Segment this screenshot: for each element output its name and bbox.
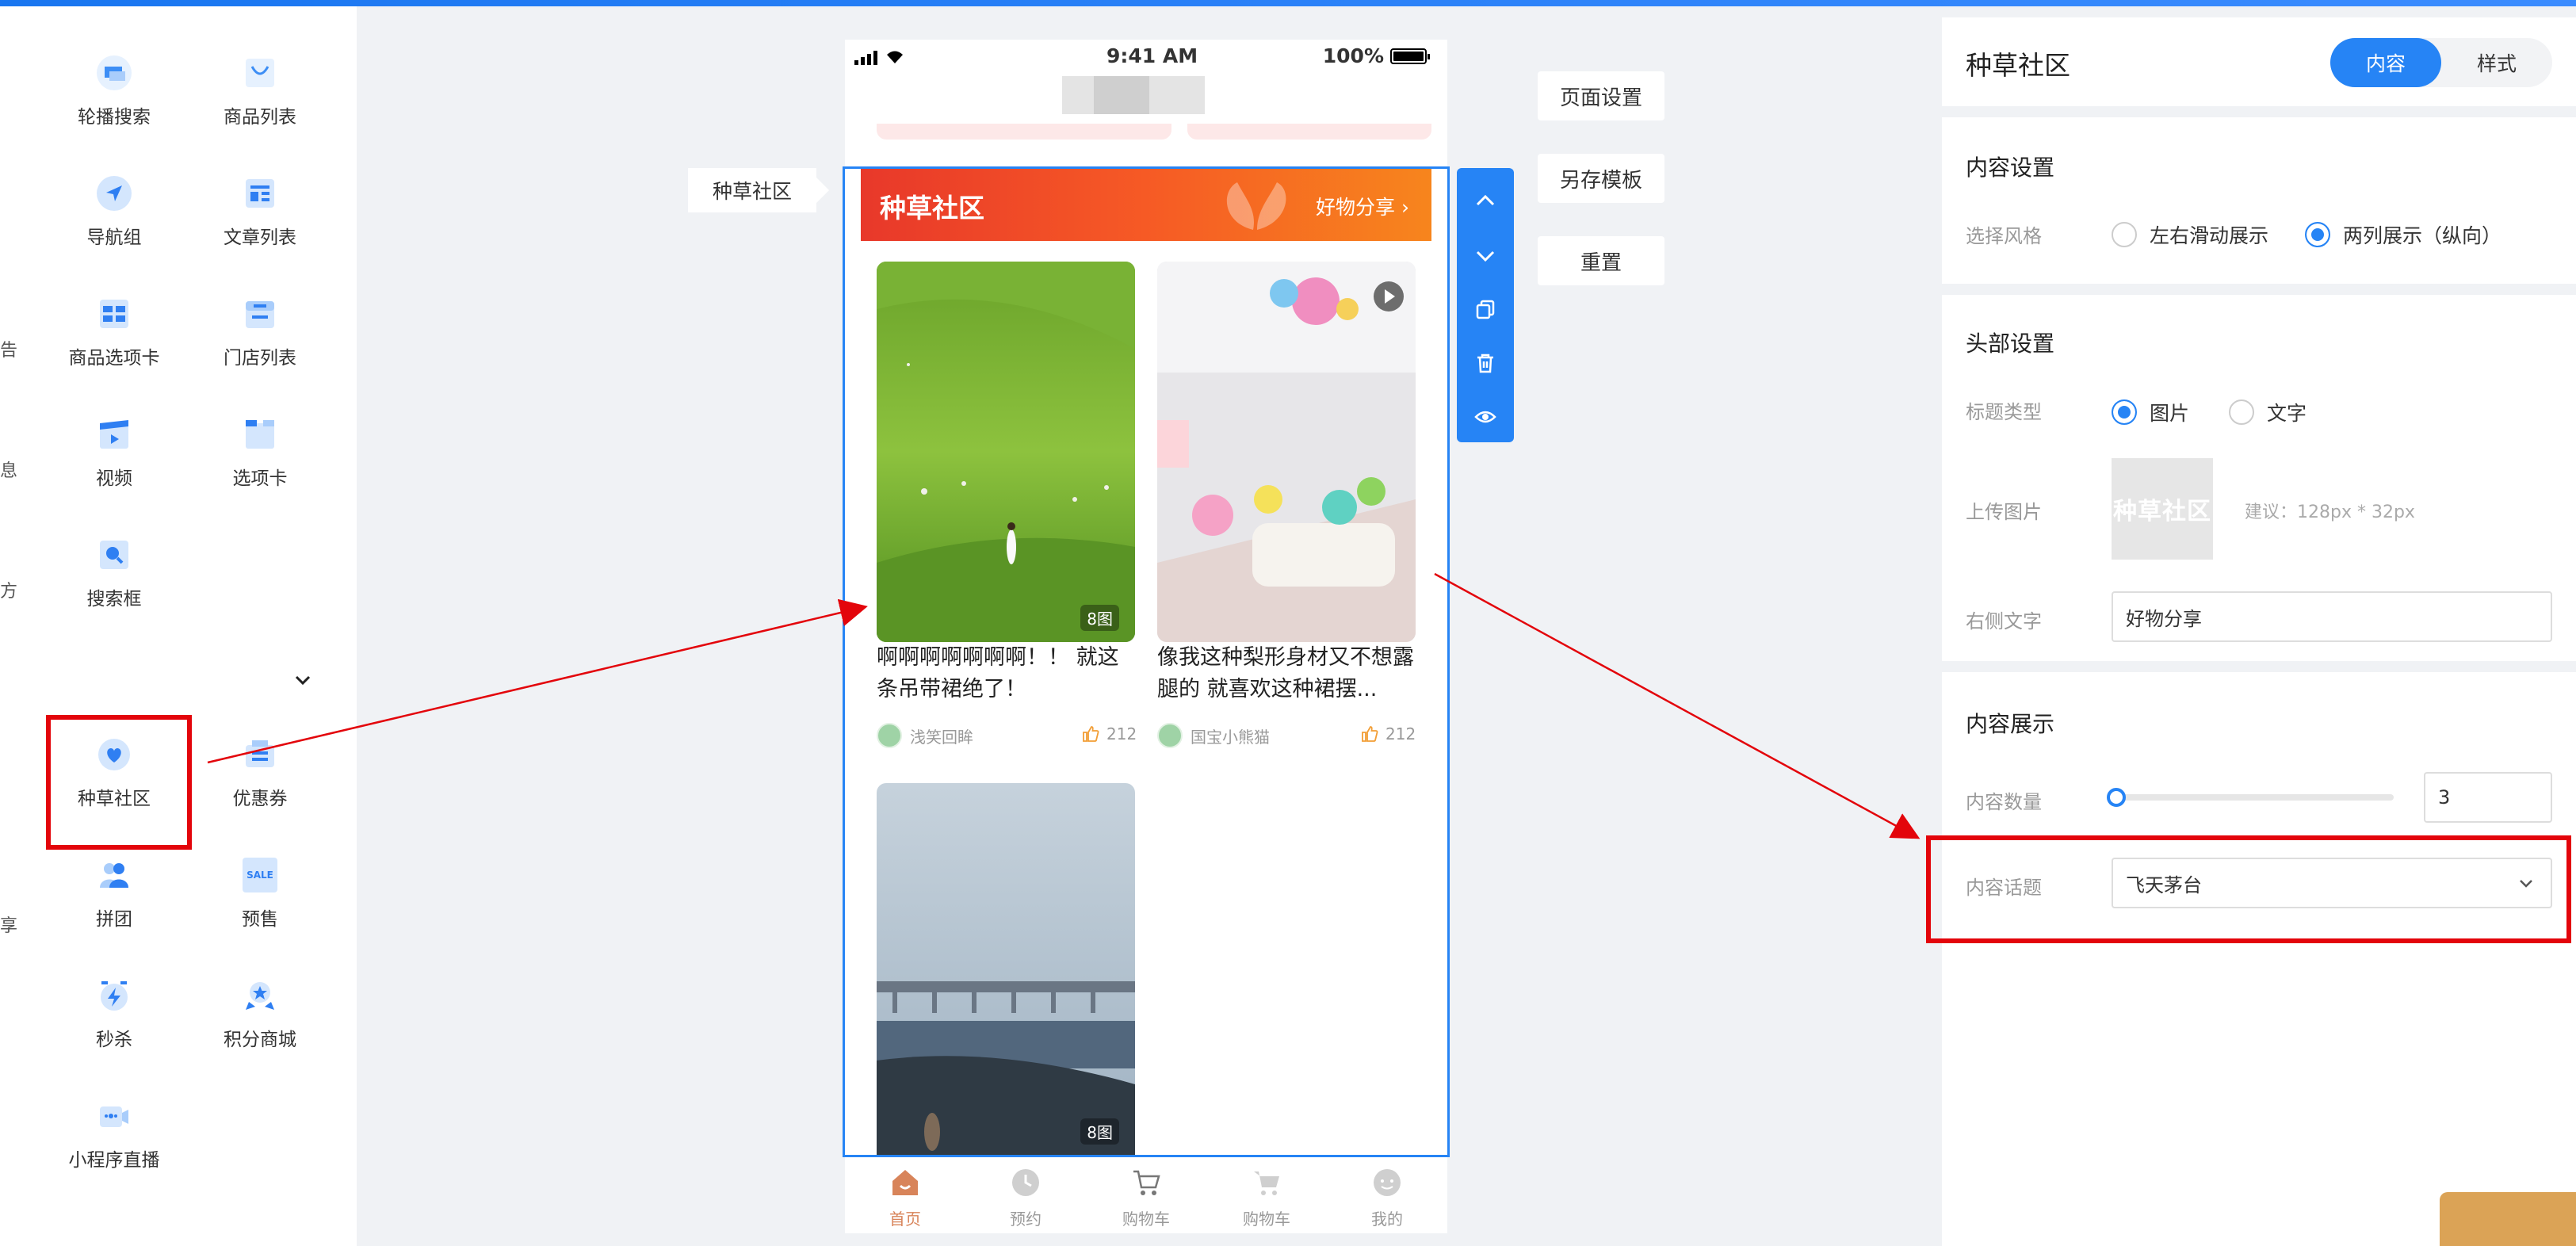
clock-icon [1012, 1169, 1039, 1196]
content-count-input[interactable]: 3 [2424, 772, 2552, 823]
tab-cart[interactable]: 购物车 [1086, 1157, 1206, 1233]
right-text-label: 右侧文字 [1966, 610, 2042, 633]
carousel-search-icon [97, 55, 132, 90]
previous-component-edge [1187, 124, 1431, 140]
upload-image-label: 上传图片 [1966, 501, 2042, 523]
right-text-input[interactable]: 好物分享 [2112, 591, 2552, 642]
points-mall-icon [243, 978, 277, 1013]
phone-status-bar: 9:41 AM 100% [845, 40, 1447, 75]
cart-icon [1254, 1171, 1279, 1195]
component-video[interactable]: 视频 [43, 396, 185, 491]
slider-handle[interactable] [2107, 788, 2126, 807]
component-product-list[interactable]: 商品列表 [189, 35, 331, 130]
component-navigation[interactable]: 导航组 [43, 155, 185, 250]
blurred-header [1094, 76, 1149, 114]
move-down-icon[interactable] [1470, 239, 1501, 271]
content-display-heading: 内容展示 [1966, 711, 2055, 737]
title-type-label: 标题类型 [1966, 401, 2042, 423]
corner-decoration [2440, 1192, 2576, 1246]
previous-component-edge [877, 124, 1171, 140]
content-count-slider[interactable] [2112, 794, 2394, 801]
radio-circle-selected [2305, 222, 2330, 247]
phone-tab-bar: 首页 预约 购物车 购物车 我的 [845, 1157, 1447, 1233]
page-settings-button[interactable]: 页面设置 [1538, 71, 1664, 120]
component-tab[interactable]: 选项卡 [189, 396, 331, 491]
search-box-icon [97, 537, 132, 572]
upload-hint: 建议：128px * 32px [2245, 503, 2415, 522]
tab-booking[interactable]: 预约 [965, 1157, 1086, 1233]
tab-mine[interactable]: 我的 [1327, 1157, 1447, 1233]
status-time: 9:41 AM [1106, 44, 1198, 67]
highlight-box-component [46, 715, 192, 850]
section-divider [1942, 661, 2576, 672]
component-toolbar [1457, 168, 1514, 442]
user-icon [1374, 1169, 1401, 1196]
move-up-icon[interactable] [1470, 185, 1501, 217]
cut-label: 告 [0, 341, 18, 361]
radio-circle [2229, 399, 2254, 425]
top-progress-bar [0, 0, 2576, 6]
content-settings-heading: 内容设置 [1966, 155, 2055, 181]
selected-component-outline [843, 166, 1450, 1157]
style-label: 选择风格 [1966, 225, 2042, 247]
component-flash-sale[interactable]: 秒杀 [43, 957, 185, 1053]
section-divider [1942, 106, 2576, 117]
radio-circle [2112, 222, 2137, 247]
signal-icon [854, 49, 905, 65]
radio-slide-display[interactable]: 左右滑动展示 [2112, 220, 2268, 249]
chevron-down-icon[interactable] [293, 671, 312, 690]
navigation-icon [97, 176, 132, 211]
cut-label: 享 [0, 916, 18, 936]
group-buy-icon [97, 858, 132, 892]
component-presale[interactable]: SALE 预售 [189, 837, 331, 932]
radio-circle-selected [2112, 399, 2137, 425]
tab-style[interactable]: 样式 [2441, 38, 2552, 87]
tab-icon [243, 417, 277, 452]
component-carousel-search[interactable]: 轮播搜索 [43, 35, 185, 130]
radio-two-column[interactable]: 两列展示（纵向） [2305, 220, 2501, 249]
tab-home[interactable]: 首页 [845, 1157, 965, 1233]
store-list-icon [243, 296, 277, 331]
coupon-icon [243, 737, 277, 772]
component-article-list[interactable]: 文章列表 [189, 155, 331, 250]
upload-image-box[interactable]: 种草社区 [2112, 458, 2213, 560]
cut-label: 方 [0, 582, 18, 602]
product-tab-icon [97, 296, 132, 331]
sale-icon: SALE [243, 858, 277, 892]
battery-indicator: 100% [1323, 44, 1430, 67]
radio-title-image[interactable]: 图片 [2112, 398, 2189, 426]
component-product-tab[interactable]: 商品选项卡 [43, 276, 185, 371]
tab-cart-2[interactable]: 购物车 [1206, 1157, 1327, 1233]
settings-segmented-control: 内容 样式 [2330, 38, 2552, 87]
highlight-box-topic [1926, 835, 2571, 943]
home-icon [892, 1170, 918, 1195]
component-mini-program-live[interactable]: 小程序直播 [43, 1078, 185, 1173]
product-list-icon [243, 55, 277, 90]
component-points-mall[interactable]: 积分商城 [189, 957, 331, 1053]
reset-button[interactable]: 重置 [1538, 236, 1664, 285]
live-icon [97, 1099, 132, 1133]
component-coupon[interactable]: 优惠券 [189, 717, 331, 812]
settings-title: 种草社区 [1966, 50, 2070, 81]
header-settings-heading: 头部设置 [1966, 331, 2055, 357]
radio-title-text[interactable]: 文字 [2229, 398, 2307, 426]
eye-icon[interactable] [1470, 401, 1501, 433]
section-divider [1942, 284, 2576, 295]
copy-icon[interactable] [1470, 293, 1501, 325]
video-icon [97, 417, 132, 452]
selected-component-tag: 种草社区 [688, 168, 829, 212]
delete-icon[interactable] [1470, 347, 1501, 379]
article-list-icon [243, 176, 277, 211]
cart-icon [1133, 1170, 1160, 1195]
component-search-box[interactable]: 搜索框 [43, 517, 185, 612]
content-count-label: 内容数量 [1966, 791, 2042, 813]
component-group-buy[interactable]: 拼团 [43, 837, 185, 932]
tab-content[interactable]: 内容 [2330, 38, 2441, 87]
battery-icon [1390, 48, 1430, 64]
component-store-list[interactable]: 门店列表 [189, 276, 331, 371]
flash-sale-icon [97, 978, 132, 1013]
cut-label: 息 [0, 461, 18, 481]
save-template-button[interactable]: 另存模板 [1538, 154, 1664, 203]
